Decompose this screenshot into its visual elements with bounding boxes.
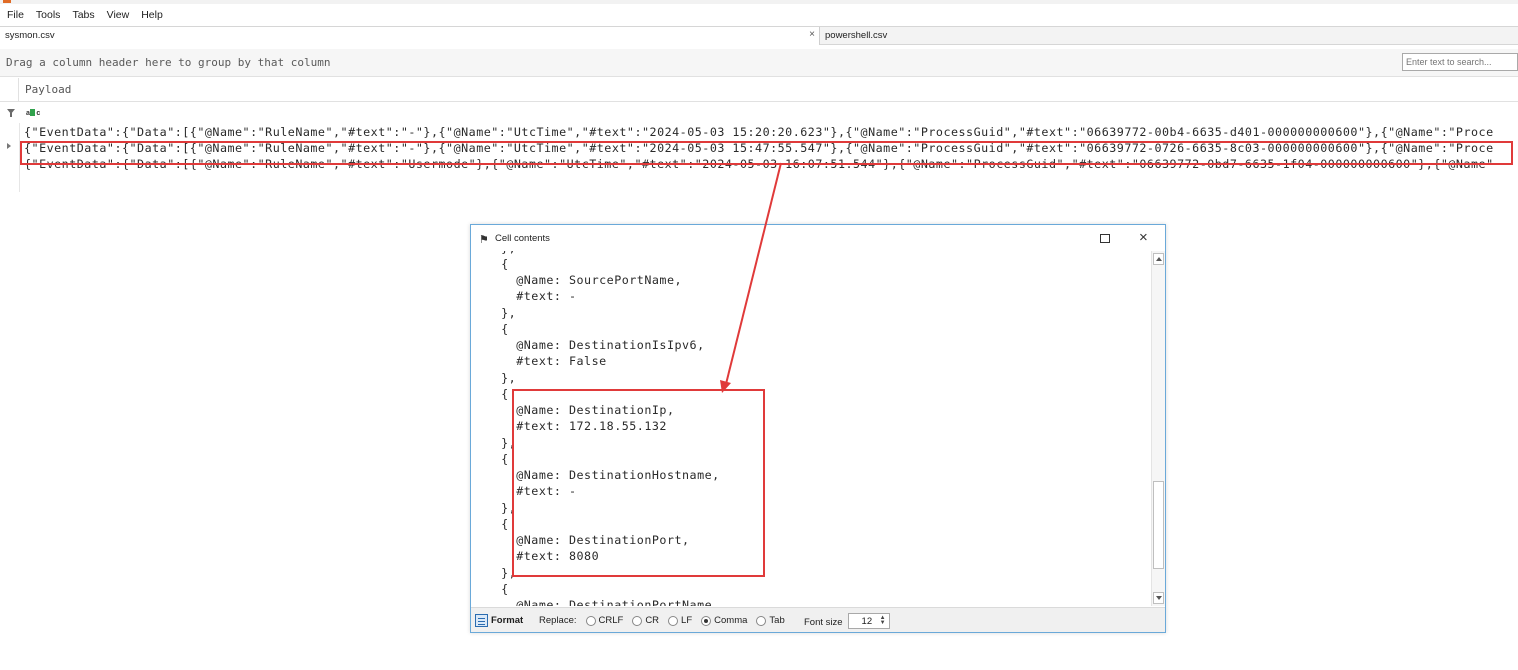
arrow-head-icon [720, 380, 731, 393]
annotation-arrow [720, 162, 782, 393]
arrow-line [725, 162, 782, 385]
